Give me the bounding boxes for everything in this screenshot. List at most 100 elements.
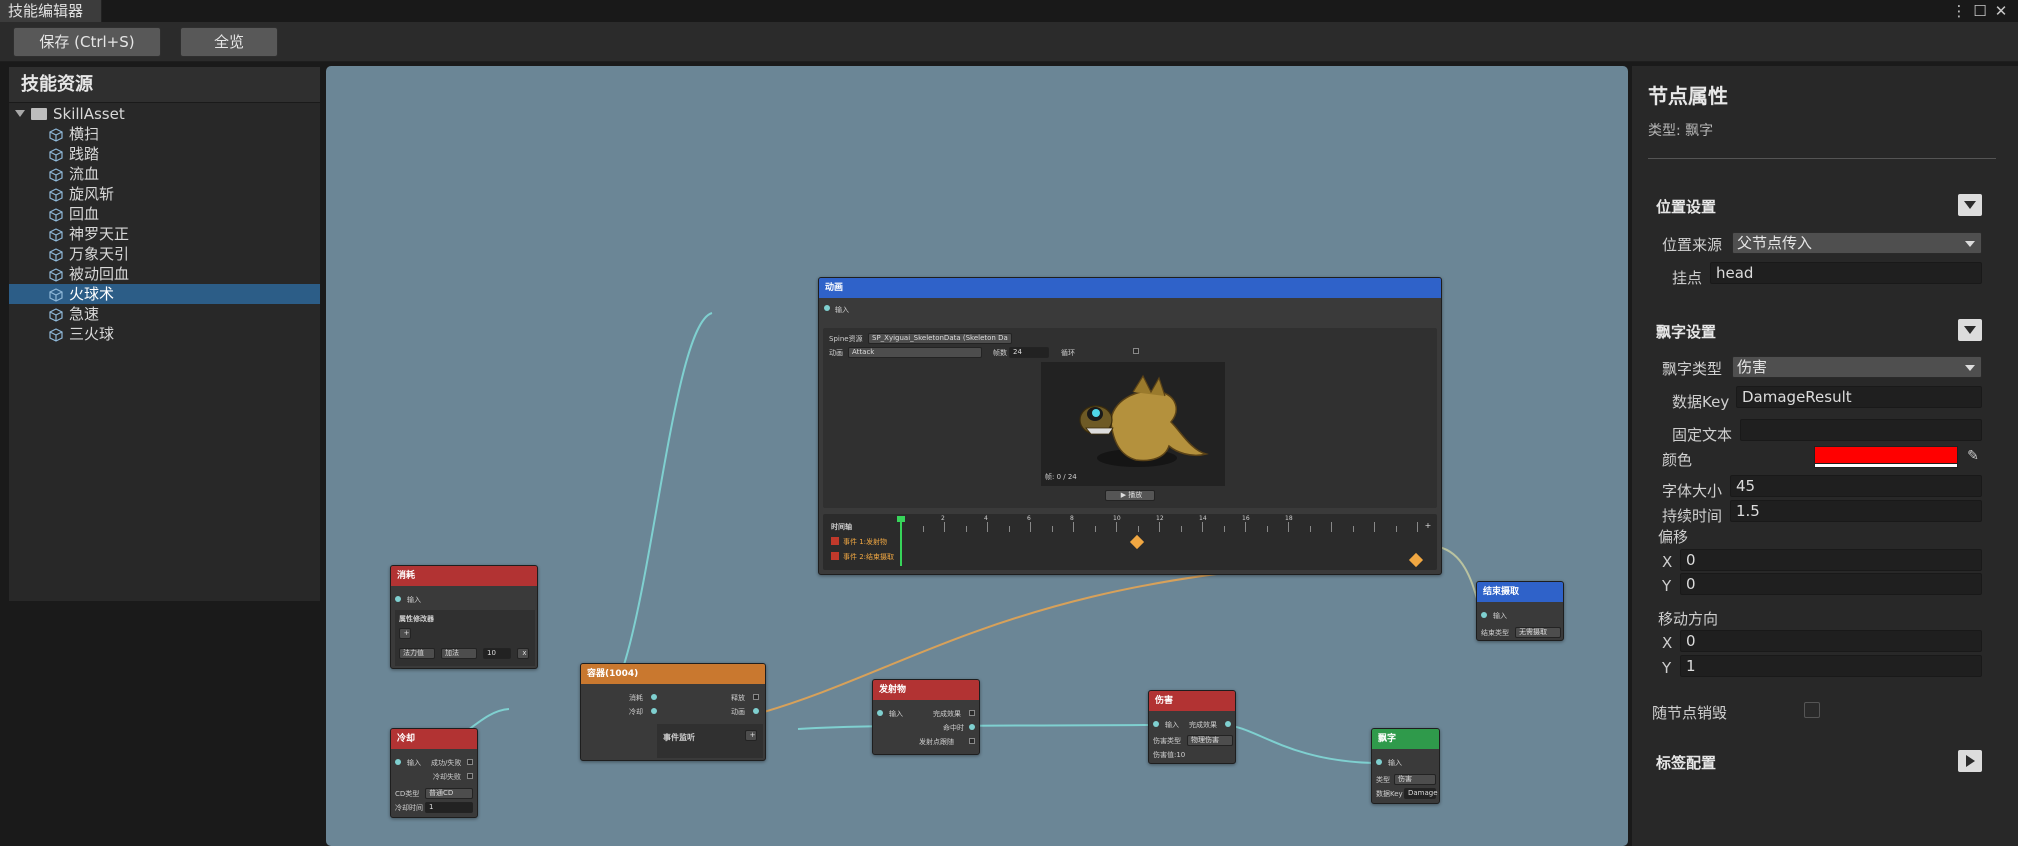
- projectile-node[interactable]: 发射物 输入 完成效果 命中时 发射点跟随: [872, 679, 980, 755]
- event-1-remove-icon[interactable]: [831, 537, 839, 545]
- cooldown-node[interactable]: 冷却 输入 成功/失败 冷却失败 CD类型 普通CD 冷却时间 1: [390, 728, 478, 818]
- eyedropper-icon[interactable]: ✎: [1964, 447, 1982, 465]
- anim-dropdown[interactable]: Attack: [848, 347, 982, 358]
- data-key-input[interactable]: DamageResult: [1736, 386, 1982, 408]
- output-port-2[interactable]: [467, 773, 473, 779]
- input-port[interactable]: [395, 759, 401, 765]
- animation-node[interactable]: 动画 输入 Spine资源 SP_Xyiguai_SkeletonData (S…: [818, 277, 1442, 575]
- attach-point-input[interactable]: head: [1710, 262, 1982, 284]
- input-port[interactable]: [1153, 721, 1159, 727]
- input-port[interactable]: [824, 305, 830, 311]
- offset-y-input[interactable]: 0: [1680, 573, 1982, 595]
- color-swatch[interactable]: [1815, 447, 1957, 463]
- color-field[interactable]: [1814, 446, 1958, 468]
- tree-root-label: SkillAsset: [53, 105, 125, 123]
- input-port[interactable]: [877, 710, 883, 716]
- data-key-label: 数据Key: [1672, 393, 1730, 411]
- tree-item[interactable]: 神罗天正: [9, 224, 320, 244]
- overview-button[interactable]: 全览: [180, 27, 278, 57]
- output-port-2[interactable]: [969, 724, 975, 730]
- consume-node[interactable]: 消耗 输入 属性修改器 + 法力值 加法 10 x: [390, 565, 538, 669]
- damage-node[interactable]: 伤害 输入 完成效果 伤害类型 物理伤害 伤害值:10: [1148, 690, 1236, 764]
- event-container-node[interactable]: 容器(1004) 消耗 冷却 释放 动画 事件监听 +: [580, 663, 766, 761]
- float-text-node[interactable]: 飘字 输入 类型 伤害 数据Key Damage: [1371, 728, 1440, 804]
- add-listener-button[interactable]: +: [745, 730, 757, 741]
- font-size-input[interactable]: 45: [1730, 475, 1982, 497]
- more-options-icon[interactable]: ⋮: [1950, 1, 1968, 21]
- maximize-icon[interactable]: ☐: [1971, 1, 1989, 21]
- position-section-header: 位置设置: [1656, 198, 1717, 216]
- remove-modifier-button[interactable]: x: [517, 648, 529, 659]
- timeline-tick-label: 12: [1156, 515, 1164, 522]
- input-label-1: 消耗: [629, 694, 643, 702]
- close-icon[interactable]: ✕: [1992, 1, 2010, 21]
- fixed-text-input[interactable]: [1740, 419, 1982, 441]
- offset-y-label: Y: [1662, 577, 1672, 595]
- node-title: 飘字: [1372, 729, 1439, 749]
- tree-item[interactable]: 旋风斩: [9, 184, 320, 204]
- output-port-1[interactable]: [467, 759, 473, 765]
- timeline-tick: [1417, 522, 1418, 532]
- play-button[interactable]: ▶ 播放: [1105, 490, 1155, 501]
- tree-item[interactable]: 被动回血: [9, 264, 320, 284]
- input-port-1[interactable]: [651, 694, 657, 700]
- expand-arrow-icon[interactable]: [15, 110, 25, 117]
- data-key-field[interactable]: Damage: [1404, 788, 1438, 799]
- offset-x-input[interactable]: 0: [1680, 549, 1982, 571]
- event-2-remove-icon[interactable]: [831, 552, 839, 560]
- tag-expand-button[interactable]: [1958, 750, 1982, 772]
- input-port-2[interactable]: [651, 708, 657, 714]
- tree-item-label: 三火球: [69, 325, 115, 343]
- tree-item[interactable]: 回血: [9, 204, 320, 224]
- float-type-dropdown[interactable]: 伤害: [1394, 774, 1436, 785]
- output-port-2[interactable]: [753, 708, 759, 714]
- duration-input[interactable]: 1.5: [1730, 500, 1982, 522]
- float-collapse-button[interactable]: [1958, 319, 1982, 341]
- spine-asset-field[interactable]: SP_Xyiguai_SkeletonData (Skeleton Da: [868, 333, 1012, 344]
- tree-root[interactable]: SkillAsset: [9, 104, 320, 124]
- output-port-1[interactable]: [753, 694, 759, 700]
- event-1-marker[interactable]: [1129, 534, 1145, 550]
- playhead[interactable]: [900, 518, 902, 566]
- node-graph-canvas[interactable]: 动画 输入 Spine资源 SP_Xyiguai_SkeletonData (S…: [326, 66, 1628, 846]
- tree-item[interactable]: 万象天引: [9, 244, 320, 264]
- window-tab[interactable]: 技能编辑器: [0, 0, 103, 22]
- loop-checkbox[interactable]: [1133, 348, 1139, 354]
- input-port[interactable]: [1481, 612, 1487, 618]
- save-button[interactable]: 保存 (Ctrl+S): [13, 27, 161, 57]
- input-label: 输入: [889, 710, 903, 718]
- input-port[interactable]: [1376, 759, 1382, 765]
- float-type-dropdown[interactable]: 伤害: [1732, 356, 1982, 378]
- end-node[interactable]: 结束摄取 输入 结束类型 无需摄取: [1476, 581, 1564, 641]
- position-collapse-button[interactable]: [1958, 194, 1982, 216]
- source-dropdown[interactable]: 父节点传入: [1732, 232, 1982, 254]
- move-x-input[interactable]: 0: [1680, 630, 1982, 652]
- cd-type-dropdown[interactable]: 普通CD: [425, 788, 473, 799]
- tree-item[interactable]: 流血: [9, 164, 320, 184]
- event-2-marker[interactable]: [1408, 552, 1424, 568]
- output-label-1: 成功/失败: [431, 759, 462, 767]
- move-y-input[interactable]: 1: [1680, 655, 1982, 677]
- op-dropdown[interactable]: 加法: [441, 648, 477, 659]
- tree-item[interactable]: 三火球: [9, 324, 320, 344]
- fps-field[interactable]: 24: [1009, 347, 1049, 358]
- input-port[interactable]: [395, 596, 401, 602]
- output-port[interactable]: [1225, 721, 1231, 727]
- tree-item[interactable]: 火球术: [9, 284, 320, 304]
- destroy-checkbox[interactable]: [1804, 702, 1820, 718]
- tree-item[interactable]: 横扫: [9, 124, 320, 144]
- playhead-handle[interactable]: [897, 516, 905, 522]
- output-port-1[interactable]: [969, 710, 975, 716]
- value-field[interactable]: 10: [483, 648, 511, 659]
- source-value: 父节点传入: [1737, 234, 1813, 252]
- tree-item[interactable]: 急速: [9, 304, 320, 324]
- tree-item[interactable]: 践踏: [9, 144, 320, 164]
- cd-time-field[interactable]: 1: [425, 802, 473, 813]
- damage-type-dropdown[interactable]: 物理伤害: [1187, 735, 1233, 746]
- timeline[interactable]: 时间轴 2 4 6 8 10 12 14 16 18 + 事件 1:发射物 事件 2:结束摄取: [823, 514, 1437, 570]
- follow-checkbox[interactable]: [969, 738, 975, 744]
- add-modifier-button[interactable]: +: [399, 628, 411, 639]
- add-event-button[interactable]: +: [1423, 521, 1433, 531]
- end-mode-dropdown[interactable]: 无需摄取: [1515, 627, 1561, 638]
- attr-dropdown[interactable]: 法力值: [399, 648, 435, 659]
